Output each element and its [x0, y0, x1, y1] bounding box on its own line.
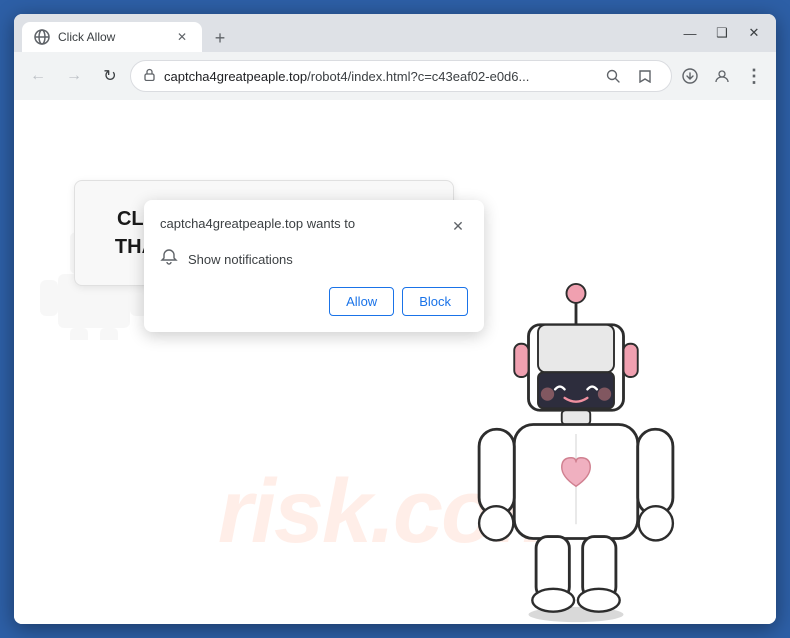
bookmark-icon-button[interactable]	[631, 62, 659, 90]
notification-label: Show notifications	[188, 252, 293, 267]
page-content: risk.com CLICK «ALLOW» TO CONFIRM THAT Y…	[14, 100, 776, 624]
address-bar-icons	[599, 62, 659, 90]
allow-button[interactable]: Allow	[329, 287, 394, 316]
tab-close-button[interactable]: ✕	[174, 29, 190, 45]
notification-popup: captcha4greatpeaple.top wants to ✕ Show …	[144, 200, 484, 332]
bell-icon	[160, 248, 178, 271]
minimize-button[interactable]: —	[676, 19, 704, 47]
url-path: /robot4/index.html?c=c43eaf02-e0d6...	[307, 69, 529, 84]
window-controls: — ❑ ✕	[676, 19, 768, 47]
popup-site-text: captcha4greatpeaple.top wants to	[160, 216, 448, 231]
title-bar: Click Allow ✕ + — ❑ ✕	[14, 14, 776, 52]
popup-buttons: Allow Block	[160, 287, 468, 316]
popup-header: captcha4greatpeaple.top wants to ✕	[160, 216, 468, 236]
browser-window: Click Allow ✕ + — ❑ ✕ ← → ↻ captcha4grea…	[14, 14, 776, 624]
close-button[interactable]: ✕	[740, 19, 768, 47]
url-text: captcha4greatpeaple.top/robot4/index.htm…	[164, 69, 591, 84]
new-tab-button[interactable]: +	[206, 24, 234, 52]
tab-area: Click Allow ✕ +	[22, 14, 676, 52]
maximize-button[interactable]: ❑	[708, 19, 736, 47]
tab-favicon-icon	[34, 29, 50, 45]
nav-bar: ← → ↻ captcha4greatpeaple.top/robot4/ind…	[14, 52, 776, 100]
popup-notification-row: Show notifications	[160, 248, 468, 271]
forward-button[interactable]: →	[58, 60, 90, 92]
address-bar[interactable]: captcha4greatpeaple.top/robot4/index.htm…	[130, 60, 672, 92]
tab-title: Click Allow	[58, 30, 166, 44]
lock-icon	[143, 68, 156, 84]
profile-icon-button[interactable]	[708, 62, 736, 90]
download-icon-button[interactable]	[676, 62, 704, 90]
popup-close-button[interactable]: ✕	[448, 216, 468, 236]
refresh-button[interactable]: ↻	[94, 60, 126, 92]
toolbar-icons: ⋮	[676, 62, 768, 90]
menu-icon-button[interactable]: ⋮	[740, 62, 768, 90]
block-button[interactable]: Block	[402, 287, 468, 316]
back-button[interactable]: ←	[22, 60, 54, 92]
url-domain: captcha4greatpeaple.top	[164, 69, 307, 84]
search-icon-button[interactable]	[599, 62, 627, 90]
active-tab[interactable]: Click Allow ✕	[22, 22, 202, 52]
